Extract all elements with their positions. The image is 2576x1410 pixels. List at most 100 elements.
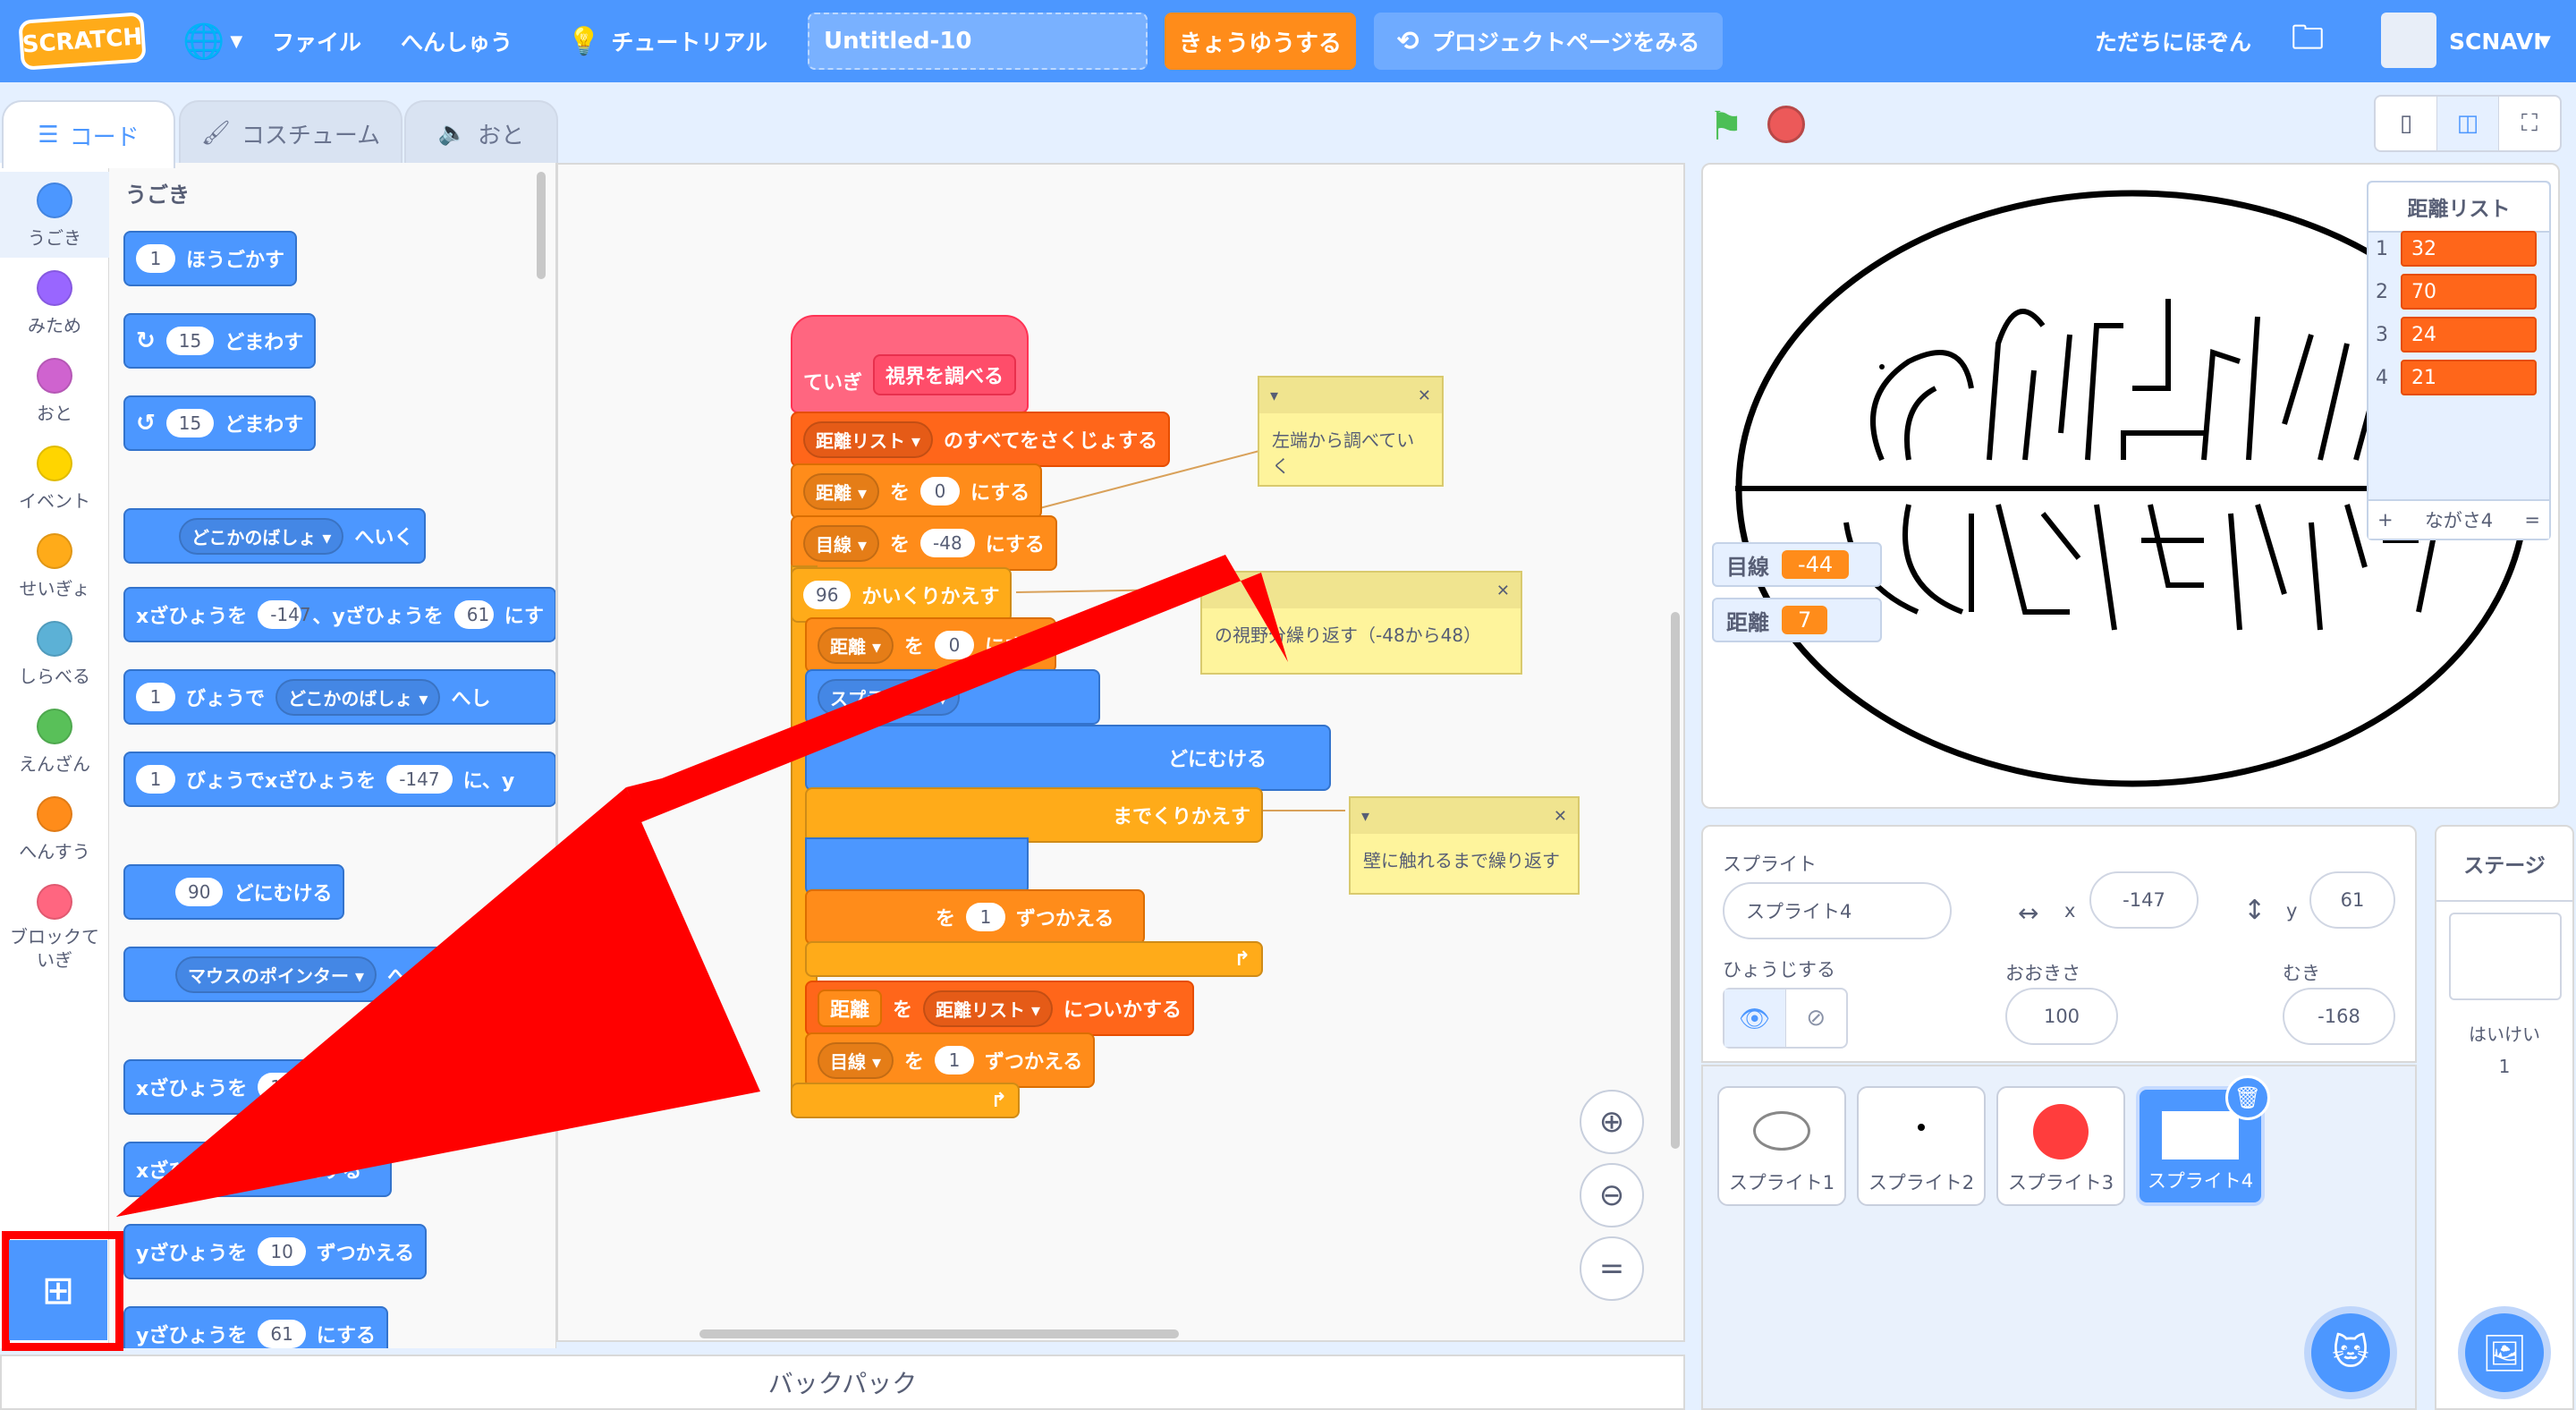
delete-sprite-icon[interactable]: 🗑 <box>2225 1075 2270 1120</box>
normal-stage-button[interactable]: ◫ <box>2437 97 2499 150</box>
change-variable-block[interactable]: 目線 を 1 ずつかえる <box>805 1032 1096 1088</box>
stage-backdrop-thumbnail[interactable] <box>2449 913 2562 1000</box>
x-position-input[interactable]: -147 <box>2089 871 2199 929</box>
steps-input[interactable]: 1 <box>136 244 175 273</box>
list-monitor[interactable]: 距離リスト 1 32 2 70 3 24 4 21 + ながさ4 = <box>2367 181 2551 540</box>
value-input[interactable]: 0 <box>935 631 975 659</box>
workspace-vertical-scrollbar[interactable] <box>1671 612 1680 1149</box>
see-project-page-button[interactable]: ⟲ プロジェクトページをみる <box>1374 13 1723 70</box>
change-x-block[interactable]: xざひょうを 10 <box>123 1059 374 1115</box>
hide-eye-icon[interactable]: ⊘ <box>1786 990 1847 1047</box>
define-block[interactable]: ていぎ 視界を調べる <box>791 315 1030 413</box>
repeat-block[interactable]: 96 かいくりかえす <box>791 567 1013 623</box>
tutorial-menu[interactable]: 💡 チュートリアル <box>567 0 767 82</box>
variable-dropdown[interactable]: 目線 <box>803 524 880 562</box>
list-value[interactable]: 24 <box>2401 317 2537 352</box>
sprite-name-input[interactable]: スプライト4 <box>1723 882 1952 939</box>
list-item[interactable]: 2 70 <box>2376 274 2537 310</box>
palette-scrollbar[interactable] <box>537 172 546 279</box>
avatar[interactable] <box>2381 13 2436 68</box>
sprite-thumbnail[interactable]: スプライト2 <box>1857 1086 1986 1206</box>
set-variable-block[interactable]: 距離 を 0 にする <box>791 463 1043 519</box>
point-towards-dropdown[interactable]: マウスのポインター <box>175 956 377 993</box>
workspace-horizontal-scrollbar[interactable] <box>699 1329 1179 1338</box>
point-towards-block[interactable]: マウスのポインター へ <box>123 947 445 1002</box>
value-input[interactable]: 1 <box>935 1046 975 1074</box>
x-input[interactable]: -147 <box>386 765 453 794</box>
goto-xy-block[interactable]: xざひょうを -147 、yざひょうを 61 にす <box>123 587 555 642</box>
point-towards-block[interactable]: どにむける <box>805 725 1331 791</box>
change-variable-block[interactable]: を 1 ずつかえる <box>805 889 1145 945</box>
direction-input[interactable]: -168 <box>2283 988 2395 1045</box>
repeat-count-input[interactable]: 96 <box>803 581 852 609</box>
y-position-input[interactable]: 61 <box>2309 871 2395 929</box>
choose-sprite-button[interactable]: 🐱 <box>2304 1306 2397 1399</box>
close-icon[interactable]: ✕ <box>1496 582 1510 600</box>
category-operators[interactable]: えんざん <box>0 698 109 784</box>
sprite-thumbnail[interactable]: スプライト1 <box>1717 1086 1846 1206</box>
glide-xy-block[interactable]: 1 びょうでxざひょうを -147 に、y <box>123 752 555 807</box>
username[interactable]: SCNAVI <box>2449 0 2542 82</box>
variable-monitor-eye[interactable]: 目線 -44 <box>1712 542 1882 587</box>
set-y-block[interactable]: yざひょうを 61 にする <box>123 1306 389 1348</box>
point-direction-block[interactable]: 90 どにむける <box>123 864 345 920</box>
save-now-button[interactable]: ただちにほぞん <box>2095 0 2251 82</box>
dy-input[interactable]: 10 <box>258 1237 306 1266</box>
share-button[interactable]: きょうゆうする <box>1165 13 1356 70</box>
delete-all-list-block[interactable]: 距離リスト のすべてをさくじょする <box>791 412 1171 467</box>
value-input[interactable]: 1 <box>966 903 1006 931</box>
category-variables[interactable]: へんすう <box>0 786 109 871</box>
sprite-dropdown[interactable]: スプライト2 <box>818 678 960 716</box>
set-variable-block[interactable]: 目線 を -48 にする <box>791 515 1057 571</box>
turn-left-block[interactable]: ↺ 15 どまわす <box>123 395 317 451</box>
set-variable-block[interactable]: 距離 を 0 にする <box>805 617 1057 673</box>
stage-canvas[interactable]: 目線 -44 距離 7 距離リスト 1 32 2 70 3 24 4 21 + … <box>1701 163 2560 809</box>
move-steps-block[interactable]: 1 ほうごかす <box>123 231 298 286</box>
folder-icon[interactable]: 🗀 <box>2292 0 2324 82</box>
collapse-icon[interactable]: ▾ <box>1361 807 1369 826</box>
degrees-input[interactable]: 15 <box>165 327 215 355</box>
secs-input[interactable]: 1 <box>136 765 175 794</box>
stop-icon[interactable] <box>1767 106 1805 143</box>
fullscreen-button[interactable]: ⛶ <box>2499 97 2560 150</box>
comment-text[interactable]: 壁に触れるまで繰り返す <box>1351 834 1578 885</box>
change-y-block[interactable]: yざひょうを 10 ずつかえる <box>123 1224 428 1279</box>
category-motion[interactable]: うごき <box>0 172 109 258</box>
comment-note[interactable]: ✕ の視野分繰り返す（-48から48） <box>1200 571 1522 675</box>
category-sensing[interactable]: しらべる <box>0 610 109 696</box>
glide-block[interactable]: 1 びょうで どこかのばしょ へし <box>123 669 555 725</box>
tab-sound[interactable]: 🔈 おと <box>404 100 558 165</box>
variable-dropdown[interactable]: 目線 <box>818 1041 894 1079</box>
project-title-input[interactable]: Untitled-10 <box>808 13 1148 70</box>
list-add-button[interactable]: + <box>2377 509 2394 531</box>
list-item[interactable]: 3 24 <box>2376 317 2537 352</box>
choose-backdrop-button[interactable]: 🖼 <box>2458 1306 2551 1399</box>
scratch-logo[interactable]: SCRATCH <box>18 12 147 71</box>
show-eye-icon[interactable]: 👁 <box>1724 990 1786 1047</box>
blue-block-fragment[interactable] <box>805 837 1029 895</box>
zoom-out-button[interactable]: ⊖ <box>1580 1163 1644 1227</box>
value-input[interactable]: -48 <box>920 529 975 557</box>
secs-input[interactable]: 1 <box>136 683 175 711</box>
stage-target-panel[interactable]: ステージ はいけい 1 🖼 <box>2435 825 2574 1410</box>
comment-text[interactable]: 左端から調べていく <box>1259 413 1442 490</box>
list-dropdown[interactable]: 距離リスト <box>803 420 934 458</box>
category-events[interactable]: イベント <box>0 435 109 521</box>
green-flag-icon[interactable]: ⚑ <box>1708 104 1743 149</box>
variable-reporter[interactable]: 距離 <box>818 990 883 1027</box>
close-icon[interactable]: ✕ <box>1554 807 1567 826</box>
list-item[interactable]: 4 21 <box>2376 360 2537 395</box>
comment-note[interactable]: ▾ ✕ 左端から調べていく <box>1258 376 1444 487</box>
y-input[interactable]: 61 <box>258 1320 306 1348</box>
sprite-thumbnail[interactable]: スプライト3 <box>1996 1086 2125 1206</box>
dx-input[interactable]: 10 <box>258 1073 306 1101</box>
direction-input[interactable]: 90 <box>175 878 224 906</box>
code-workspace[interactable]: ていぎ 視界を調べる 距離リスト のすべてをさくじょする 距離 を 0 にする … <box>556 163 1685 1342</box>
goto-dropdown[interactable]: どこかのばしょ <box>179 517 344 555</box>
account-chevron-icon[interactable]: ▼ <box>2538 0 2551 82</box>
list-value[interactable]: 21 <box>2401 360 2537 395</box>
edit-menu[interactable]: へんしゅう <box>401 0 513 82</box>
list-value[interactable]: 70 <box>2401 274 2537 310</box>
variable-monitor-distance[interactable]: 距離 7 <box>1712 598 1882 642</box>
list-item[interactable]: 1 32 <box>2376 231 2537 267</box>
